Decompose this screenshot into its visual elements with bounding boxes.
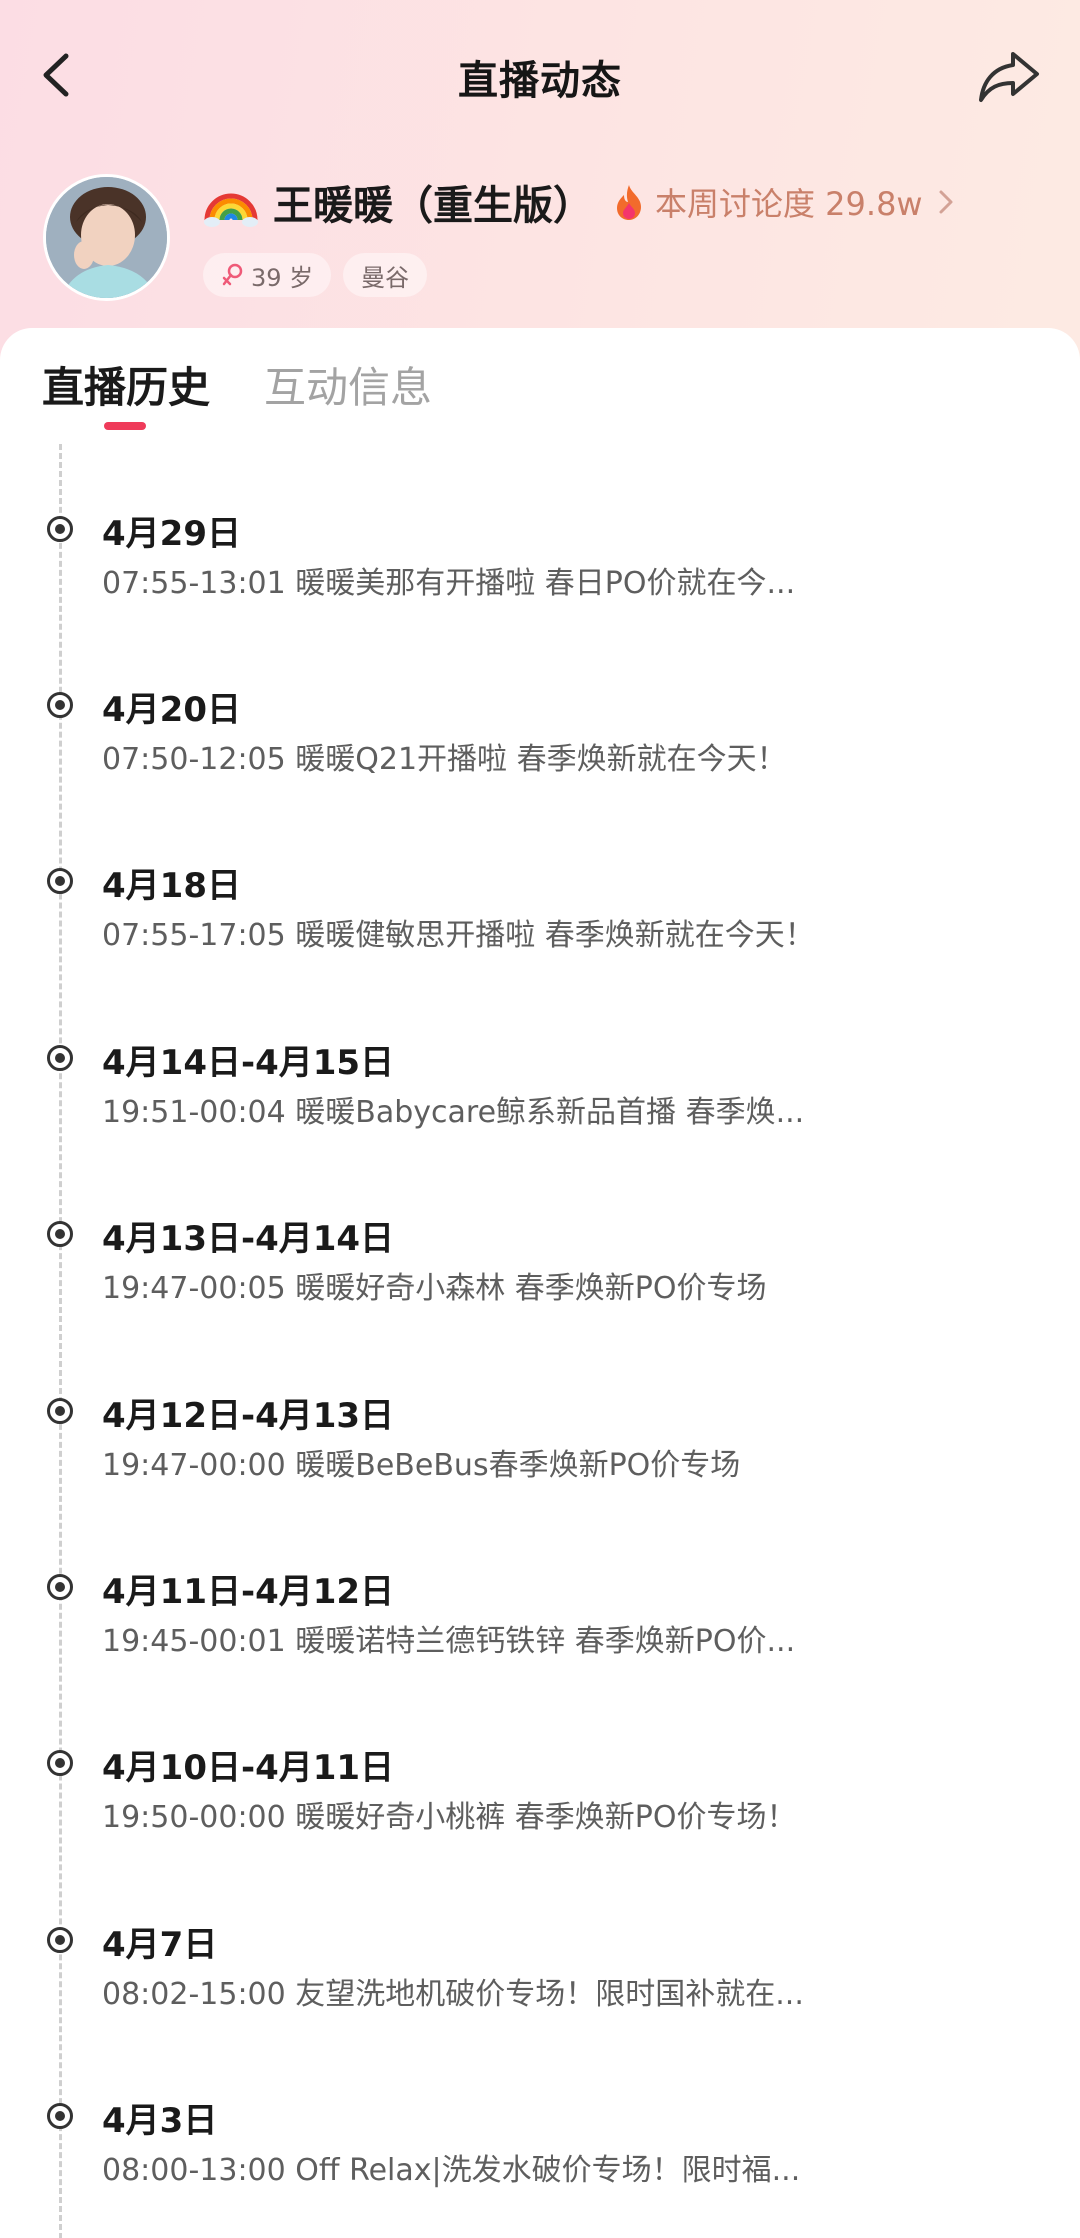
female-icon xyxy=(222,263,243,286)
weekly-heat-link[interactable]: 本周讨论度 29.8w xyxy=(613,179,957,225)
share-button[interactable] xyxy=(975,40,1045,110)
history-item[interactable]: 4月13日-4月14日 19:47-00:05 暖暖好奇小森林 春季焕新PO价专… xyxy=(0,1201,1080,1377)
profile-tags: 39 岁 曼谷 xyxy=(203,253,439,297)
weekly-heat-text: 本周讨论度 29.8w xyxy=(655,185,923,223)
location-tag: 曼谷 xyxy=(343,253,428,297)
avatar[interactable] xyxy=(43,174,170,301)
history-desc: 19:47-00:00 暖暖BeBeBus春季焕新PO价专场 xyxy=(102,1448,741,1483)
history-item[interactable]: 4月12日-4月13日 19:47-00:00 暖暖BeBeBus春季焕新PO价… xyxy=(0,1378,1080,1554)
location-label: 曼谷 xyxy=(361,263,410,292)
tab-interaction-info[interactable]: 互动信息 xyxy=(264,354,432,415)
history-desc: 07:55-13:01 暖暖美那有开播啦 春日PO价就在今... xyxy=(102,566,796,601)
top-bar: 直播动态 xyxy=(0,0,1080,150)
history-date: 4月11日-4月12日 xyxy=(102,1572,395,1612)
history-date: 4月14日-4月15日 xyxy=(102,1043,395,1083)
avatar-image xyxy=(46,177,167,298)
history-date: 4月12日-4月13日 xyxy=(102,1396,395,1436)
history-date: 4月10日-4月11日 xyxy=(102,1748,395,1788)
timeline-dot-icon xyxy=(47,868,73,894)
age-label: 39 岁 xyxy=(251,263,314,292)
fire-icon xyxy=(617,185,641,220)
timeline-dot-icon xyxy=(47,516,73,542)
tab-live-history[interactable]: 直播历史 xyxy=(42,354,210,415)
history-desc: 07:55-17:05 暖暖健敏思开播啦 春季焕新就在今天！ xyxy=(102,918,815,953)
page-title: 直播动态 xyxy=(458,58,622,104)
profile-name-row: 王暖暖（重生版） 本周讨论度 29.8w xyxy=(203,172,957,232)
timeline-dot-icon xyxy=(47,1927,73,1953)
history-desc: 07:50-12:05 暖暖Q21开播啦 春季焕新就在今天！ xyxy=(102,742,787,777)
history-date: 4月13日-4月14日 xyxy=(102,1219,395,1259)
history-desc: 08:00-13:00 Off Relax|洗发水破价专场！限时福... xyxy=(102,2153,801,2188)
live-dynamics-page: 直播动态 王暖暖（重生版） 本周讨论度 29.8w 39 岁 曼谷 直播历史 互… xyxy=(0,0,1080,2238)
history-desc: 19:45-00:01 暖暖诺特兰德钙铁锌 春季焕新PO价... xyxy=(102,1624,796,1659)
share-arrow-icon xyxy=(979,52,1039,102)
timeline-dot-icon xyxy=(47,1221,73,1247)
history-date: 4月20日 xyxy=(102,690,241,730)
history-desc: 19:51-00:04 暖暖Babycare鲸系新品首播 春季焕... xyxy=(102,1095,805,1130)
history-desc: 08:02-15:00 友望洗地机破价专场！限时国补就在... xyxy=(102,1977,804,2012)
timeline-dot-icon xyxy=(47,1574,73,1600)
history-date: 4月3日 xyxy=(102,2101,218,2141)
history-desc: 19:50-00:00 暖暖好奇小桃裤 春季焕新PO价专场！ xyxy=(102,1800,797,1835)
profile-name: 王暖暖（重生版） xyxy=(273,183,593,229)
history-item[interactable]: 4月14日-4月15日 19:51-00:04 暖暖Babycare鲸系新品首播… xyxy=(0,1025,1080,1201)
history-item[interactable]: 4月11日-4月12日 19:45-00:01 暖暖诺特兰德钙铁锌 春季焕新PO… xyxy=(0,1554,1080,1730)
timeline-dot-icon xyxy=(47,692,73,718)
age-tag: 39 岁 xyxy=(203,253,332,297)
history-item[interactable]: 4月3日 08:00-13:00 Off Relax|洗发水破价专场！限时福..… xyxy=(0,2083,1080,2238)
tab-indicator xyxy=(104,422,146,430)
chevron-right-icon xyxy=(939,190,953,214)
timeline-dot-icon xyxy=(47,1045,73,1071)
timeline-dot-icon xyxy=(47,2103,73,2129)
history-date: 4月18日 xyxy=(102,866,241,906)
history-date: 4月7日 xyxy=(102,1925,218,1965)
timeline-dot-icon xyxy=(47,1398,73,1424)
history-item[interactable]: 4月7日 08:02-15:00 友望洗地机破价专场！限时国补就在... xyxy=(0,1907,1080,2083)
content-card: 直播历史 互动信息 4月29日 07:55-13:01 暖暖美那有开播啦 春日P… xyxy=(0,328,1080,2238)
history-desc: 19:47-00:05 暖暖好奇小森林 春季焕新PO价专场 xyxy=(102,1271,767,1306)
history-item[interactable]: 4月29日 07:55-13:01 暖暖美那有开播啦 春日PO价就在今... xyxy=(0,496,1080,672)
timeline-dot-icon xyxy=(47,1750,73,1776)
history-item[interactable]: 4月10日-4月11日 19:50-00:00 暖暖好奇小桃裤 春季焕新PO价专… xyxy=(0,1730,1080,1906)
rainbow-icon xyxy=(204,193,258,227)
history-item[interactable]: 4月18日 07:55-17:05 暖暖健敏思开播啦 春季焕新就在今天！ xyxy=(0,848,1080,1024)
history-item[interactable]: 4月20日 07:50-12:05 暖暖Q21开播啦 春季焕新就在今天！ xyxy=(0,672,1080,848)
history-date: 4月29日 xyxy=(102,514,241,554)
